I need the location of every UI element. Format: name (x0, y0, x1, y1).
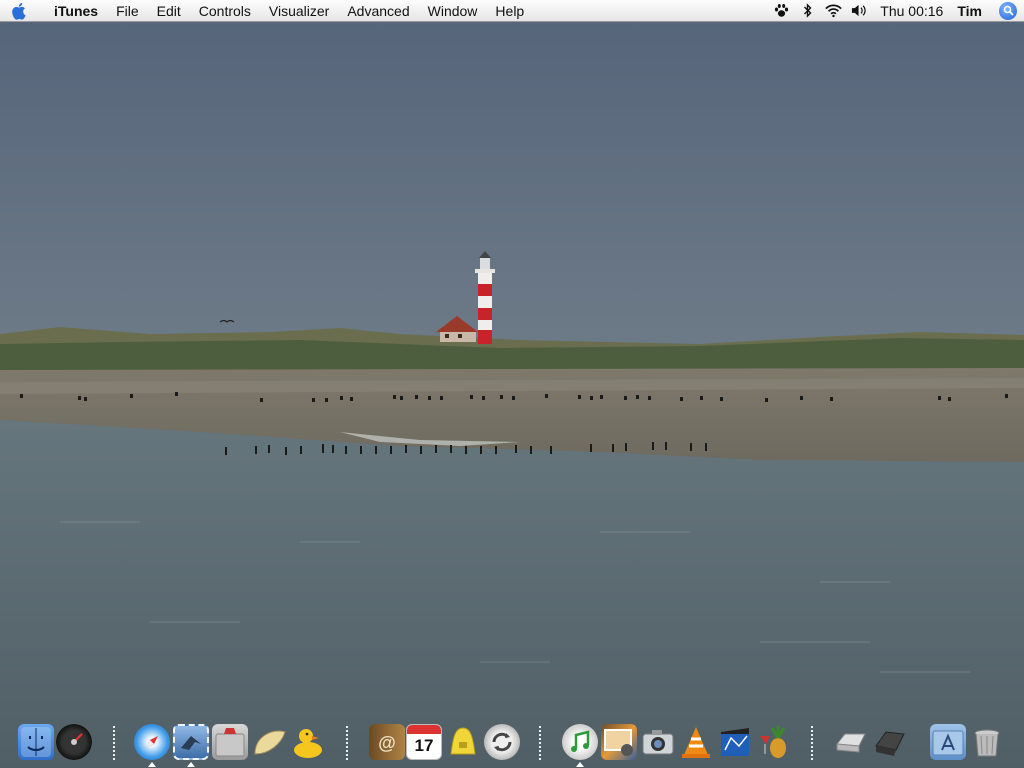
dock-separator (811, 726, 813, 760)
ical-icon[interactable]: 17 (406, 724, 442, 760)
window-menu[interactable]: Window (419, 3, 487, 19)
dock-separator (539, 726, 541, 760)
dock: @ 17 (0, 718, 1024, 768)
pineapple-icon[interactable] (756, 724, 792, 760)
ical-day: 17 (414, 736, 434, 755)
spotlight-icon[interactable] (992, 0, 1024, 22)
desktop-background (0, 22, 1024, 768)
dock-separator (346, 726, 348, 760)
sky (0, 22, 1024, 352)
lighthouse-wallpaper (0, 22, 1024, 768)
controls-menu[interactable]: Controls (190, 3, 260, 19)
mail-running-indicator (187, 762, 195, 767)
bluetooth-icon[interactable] (794, 0, 820, 22)
app-menu[interactable]: iTunes (40, 3, 107, 19)
mail-icon[interactable] (173, 724, 209, 760)
trash-icon[interactable] (969, 724, 1005, 760)
disk-icon[interactable] (833, 724, 869, 760)
taco-icon[interactable] (251, 724, 287, 760)
menu-bar: iTunes File Edit Controls Visualizer Adv… (0, 0, 1024, 22)
paw-icon[interactable] (768, 0, 794, 22)
svg-text:@: @ (378, 733, 396, 753)
advanced-menu[interactable]: Advanced (338, 3, 418, 19)
itunes-running-indicator (576, 762, 584, 767)
image-capture-icon[interactable] (640, 724, 676, 760)
address-book-icon[interactable]: @ (369, 724, 405, 760)
safari-icon[interactable] (134, 724, 170, 760)
sea-water (0, 420, 1024, 768)
wifi-icon[interactable] (820, 0, 846, 22)
finder-icon[interactable] (18, 724, 54, 760)
itunes-icon[interactable] (562, 724, 598, 760)
apple-menu-icon[interactable] (0, 0, 40, 22)
menu-clock[interactable]: Thu 00:16 (872, 3, 951, 19)
fast-user-switch-menu[interactable]: Tim (951, 3, 992, 19)
dashboard-icon[interactable] (56, 724, 92, 760)
visualizer-menu[interactable]: Visualizer (260, 3, 338, 19)
imovie-icon[interactable] (717, 724, 753, 760)
file-menu[interactable]: File (107, 3, 148, 19)
safari-running-indicator (148, 762, 156, 767)
iphoto-icon[interactable] (601, 724, 637, 760)
status-area: Thu 00:16 Tim (768, 0, 1024, 22)
rubber-duck-icon[interactable] (290, 724, 326, 760)
help-menu[interactable]: Help (486, 3, 533, 19)
burn-icon[interactable] (872, 724, 908, 760)
raincoat-icon[interactable] (445, 724, 481, 760)
edit-menu[interactable]: Edit (148, 3, 190, 19)
dock-separator (113, 726, 115, 760)
volume-icon[interactable] (846, 0, 872, 22)
vlc-icon[interactable] (678, 724, 714, 760)
sync-icon[interactable] (484, 724, 520, 760)
ical-folder-icon[interactable] (212, 724, 248, 760)
applications-folder-icon[interactable] (930, 724, 966, 760)
